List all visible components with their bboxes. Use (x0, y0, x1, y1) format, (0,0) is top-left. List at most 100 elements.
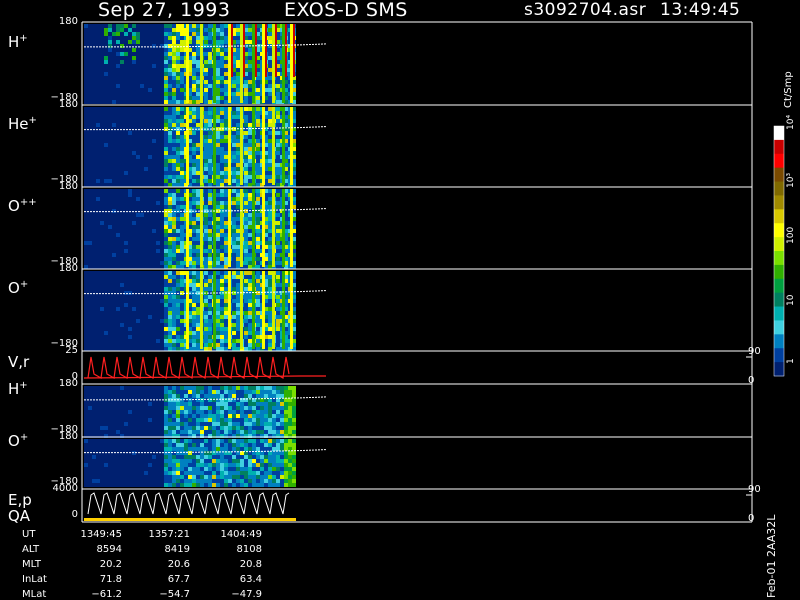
spectrogram-cell (196, 335, 200, 339)
spectrogram-cell (120, 295, 124, 299)
spectrogram-cell (204, 72, 208, 76)
spectrogram-cell (96, 193, 100, 197)
spectrogram-cell (152, 241, 156, 245)
spectrogram-cell (116, 295, 120, 299)
spectrogram-cell (120, 422, 124, 426)
spectrogram-cell (172, 100, 176, 104)
spectrogram-cell (224, 167, 228, 171)
spectrogram-cell (196, 213, 200, 217)
spectrogram-cell (216, 257, 220, 261)
spectrogram-cell (100, 32, 104, 36)
spectrogram-cell (196, 80, 200, 84)
spectrogram-cell (196, 88, 200, 92)
spectrogram-cell (152, 275, 156, 279)
spectrogram-cell (92, 119, 96, 123)
spectrogram-cell (144, 390, 148, 394)
spectrogram-cell (200, 394, 204, 398)
spectrogram-cell (224, 398, 228, 402)
spectrogram-cell (164, 193, 168, 197)
spectrogram-cell (156, 241, 160, 245)
spectrogram-cell (172, 193, 176, 197)
spectrogram-cell (160, 107, 164, 111)
spectrogram-cell (112, 323, 116, 327)
spectrogram-cell (108, 390, 112, 394)
spectrogram-cell (148, 119, 152, 123)
spectrogram-cell (268, 265, 272, 269)
spectrogram-cell (220, 265, 224, 269)
spectrogram-cell (100, 303, 104, 307)
spectrogram-cell (268, 84, 272, 88)
spectrogram-cell (140, 307, 144, 311)
spectrogram-cell (92, 249, 96, 253)
spectrogram-cell (216, 319, 220, 323)
spectrogram-cell (136, 237, 140, 241)
spectrogram-cell (164, 56, 168, 60)
spectrogram-cell (204, 418, 208, 422)
spectrogram-cell (108, 287, 112, 291)
spectrogram-cell (260, 394, 264, 398)
spectrogram-cell (192, 237, 196, 241)
spectrogram-cell (92, 167, 96, 171)
spectrogram-cell (112, 205, 116, 209)
spectrogram-cell (160, 343, 164, 347)
spectrogram-cell (168, 339, 172, 343)
spectrogram-cell (164, 183, 168, 187)
spectrogram-cell (100, 402, 104, 406)
spectrogram-cell (144, 189, 148, 193)
spectrogram-cell (196, 303, 200, 307)
spectrogram-cell (132, 107, 136, 111)
spectrogram-cell (96, 56, 100, 60)
spectrogram-cell (100, 253, 104, 257)
spectrogram-cell (236, 193, 240, 197)
spectrogram-cell (208, 406, 212, 410)
spectrogram-cell (172, 88, 176, 92)
spectrogram-cell (116, 76, 120, 80)
spectrogram-cell (244, 257, 248, 261)
spectrogram-cell (220, 84, 224, 88)
spectrogram-cell (156, 335, 160, 339)
spectrogram-cell (124, 245, 128, 249)
spectrogram-cell (224, 115, 228, 119)
spectrogram-cell (276, 229, 280, 233)
spectrogram-cell (136, 299, 140, 303)
spectrogram-cell (88, 119, 92, 123)
spectrogram-cell (224, 213, 228, 217)
spectrogram-cell (156, 56, 160, 60)
spectrogram-cell (276, 422, 280, 426)
spectrogram-cell (212, 398, 216, 402)
spectrogram-cell (256, 96, 260, 100)
spectrogram-cell (224, 279, 228, 283)
spectrogram-cell (204, 123, 208, 127)
spectrogram-cell (160, 92, 164, 96)
spectrogram-cell (124, 189, 128, 193)
spectrogram-cell (144, 386, 148, 390)
spectrogram-cell (164, 36, 168, 40)
spectrogram-cell (124, 139, 128, 143)
spectrogram-cell (96, 430, 100, 434)
spectrogram-cell (196, 24, 200, 28)
spectrogram-cell (168, 119, 172, 123)
spectrogram-cell (244, 261, 248, 265)
spectrogram-cell (232, 123, 236, 127)
spectrogram-cell (136, 197, 140, 201)
spectrogram-cell (168, 48, 172, 52)
spectrogram-cell (92, 221, 96, 225)
spectrogram-cell (268, 189, 272, 193)
spectrogram-cell (88, 209, 92, 213)
spectrogram-cell (256, 143, 260, 147)
spectrogram-cell (84, 295, 88, 299)
spectrogram-cell (180, 175, 184, 179)
spectrogram-cell (128, 323, 132, 327)
spectrogram-cell (236, 315, 240, 319)
spectrogram-cell (140, 257, 144, 261)
spectrogram-cell (196, 179, 200, 183)
spectrogram-cell (216, 183, 220, 187)
spectrogram-cell (84, 233, 88, 237)
spectrogram-cell (208, 205, 212, 209)
spectrogram-cell (172, 422, 176, 426)
spectrogram-cell (156, 323, 160, 327)
spectrogram-cell (180, 96, 184, 100)
spectrogram-cell (156, 88, 160, 92)
spectrogram-cell (108, 205, 112, 209)
spectrogram-cell (120, 414, 124, 418)
